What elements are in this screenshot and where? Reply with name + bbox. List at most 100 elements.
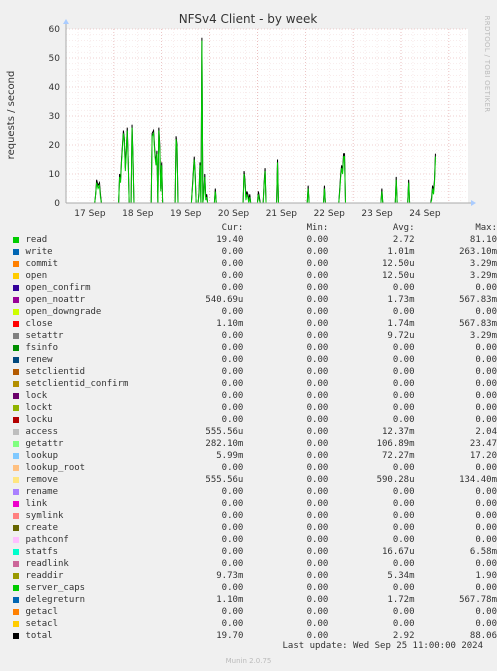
legend-row: lockt 0.00 0.00 0.00 0.00 [12,402,497,414]
legend-row: open_confirm 0.00 0.00 0.00 0.00 [12,282,497,294]
x-tick-label: 18 Sep [122,209,154,219]
legend-cur-value: 282.10m [205,439,244,449]
color-swatch-icon [13,572,19,579]
legend-avg-value: 0.00 [392,367,415,377]
y-tick-label: 10 [49,170,61,180]
legend-row: open 0.00 0.00 12.50u 3.29m [12,270,497,282]
legend-avg-value: 0.00 [392,583,415,593]
legend-max-value: 0.00 [475,343,497,353]
color-swatch-icon [13,308,19,315]
legend-max-value: 0.00 [475,307,497,317]
legend-swatch [12,426,25,438]
color-swatch-icon [13,584,19,591]
legend-series-name: statfs [25,547,58,557]
legend-avg-value: 0.00 [392,379,415,389]
legend-swatch [12,462,25,474]
legend-min-value: 0.00 [306,403,329,413]
legend-cur-value: 555.56u [205,427,244,437]
legend-max-value: 0.00 [475,511,497,521]
legend-max-value: 0.00 [475,463,497,473]
legend-max-value: 0.00 [475,367,497,377]
legend-cur-value: 9.73m [216,571,244,581]
legend-min-value: 0.00 [306,307,329,317]
color-swatch-icon [13,560,19,567]
legend-cur-value: 0.00 [221,523,244,533]
legend-min-value: 0.00 [306,607,329,617]
legend-max-value: 0.00 [475,391,497,401]
legend-series-name: locku [25,415,53,425]
legend-avg-value: 1.73m [387,295,415,305]
legend-cur-value: 0.00 [221,331,244,341]
legend-cur-value: 0.00 [221,619,244,629]
legend-max-value: 0.00 [475,355,497,365]
y-tick-label: 60 [49,25,61,35]
legend-max-value: 6.58m [469,547,497,557]
color-swatch-icon [13,440,19,447]
legend-avg-value: 12.50u [381,259,415,269]
legend-cur-value: 0.00 [221,343,244,353]
legend-min-value: 0.00 [306,247,329,257]
legend-row: getattr 282.10m 0.00 106.89m 23.47 [12,438,497,450]
x-tick-label: 17 Sep [74,209,106,219]
legend-avg-value: 0.00 [392,607,415,617]
legend-swatch [12,282,25,294]
legend-series-name: write [25,247,53,257]
legend-row: commit 0.00 0.00 12.50u 3.29m [12,258,497,270]
legend-row: lookup_root 0.00 0.00 0.00 0.00 [12,462,497,474]
legend-avg-value: 0.00 [392,307,415,317]
legend-cur-value: 0.00 [221,511,244,521]
legend-min-value: 0.00 [306,439,329,449]
legend-swatch [12,366,25,378]
legend-row: access 555.56u 0.00 12.37m 2.04 [12,426,497,438]
legend-avg-value: 0.00 [392,403,415,413]
legend-swatch [12,534,25,546]
legend-row: setacl 0.00 0.00 0.00 0.00 [12,618,497,630]
legend-cur-value: 0.00 [221,487,244,497]
legend-cur-value: 1.10m [216,595,244,605]
legend-row: write 0.00 0.00 1.01m 263.10m [12,246,497,258]
legend-series-name: pathconf [25,535,69,545]
color-swatch-icon [13,620,19,627]
legend-avg-value: 0.00 [392,463,415,473]
legend-swatch [12,450,25,462]
legend-row: setattr 0.00 0.00 9.72u 3.29m [12,330,497,342]
legend-series-name: commit [25,259,58,269]
legend-series-name: lookup [25,451,58,461]
legend-swatch [12,306,25,318]
legend-row: lookup 5.99m 0.00 72.27m 17.20 [12,450,497,462]
legend-row: link 0.00 0.00 0.00 0.00 [12,498,497,510]
legend-avg-value: 1.01m [387,247,415,257]
rrdtool-label: RRDTOOL / TOBI OETIKER [483,16,491,113]
legend-row: read 19.40 0.00 2.72 81.10 [12,234,497,246]
legend-avg-value: 9.72u [387,331,415,341]
legend-min-value: 0.00 [306,583,329,593]
legend-avg-value: 0.00 [392,487,415,497]
legend-max-value: 2.04 [475,427,497,437]
legend-max-value: 134.40m [459,475,497,485]
legend-max-value: 17.20 [469,451,497,461]
legend-series-name: link [25,499,48,509]
legend-max-value: 0.00 [475,415,497,425]
legend-cur-value: 0.00 [221,259,244,269]
y-axis-label: requests / second [6,71,17,160]
legend-swatch [12,522,25,534]
legend-swatch [12,258,25,270]
color-swatch-icon [13,260,19,267]
legend-max-value: 0.00 [475,283,497,293]
legend-row: open_downgrade 0.00 0.00 0.00 0.00 [12,306,497,318]
color-swatch-icon [13,236,19,243]
x-tick-label: 21 Sep [266,209,298,219]
legend-min-value: 0.00 [306,295,329,305]
legend-max-value: 0.00 [475,583,497,593]
legend-series-name: setclientid_confirm [25,379,129,389]
legend-series-name: setattr [25,331,64,341]
y-tick-label: 0 [54,199,60,209]
color-swatch-icon [13,284,19,291]
legend-series-name: total [25,631,53,641]
legend-row: rename 0.00 0.00 0.00 0.00 [12,486,497,498]
legend-min-value: 0.00 [306,355,329,365]
legend-series-name: open [25,271,48,281]
legend-cur-value: 0.00 [221,247,244,257]
color-swatch-icon [13,296,19,303]
legend-cur-value: 0.00 [221,607,244,617]
